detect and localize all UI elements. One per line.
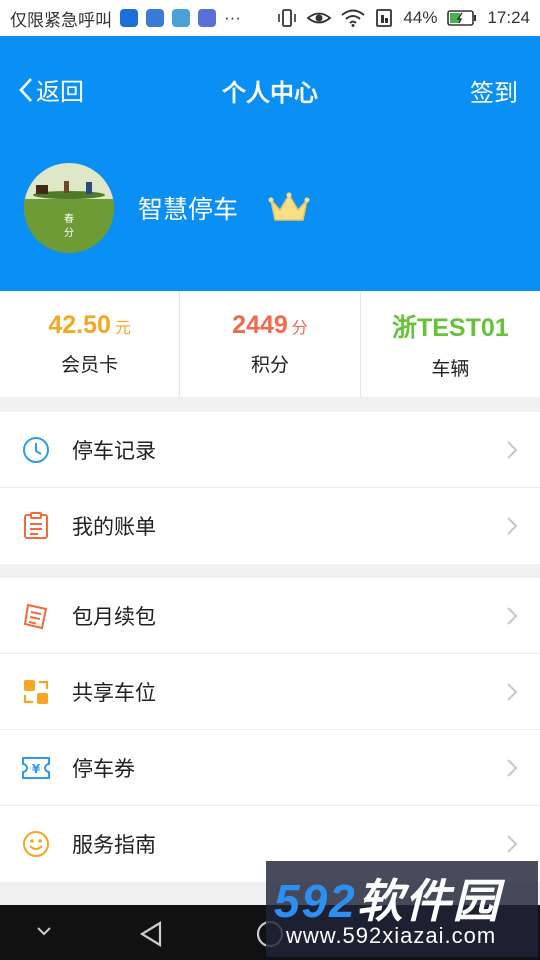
chevron-down-icon[interactable] (36, 925, 52, 937)
stat-label: 会员卡 (61, 355, 119, 376)
stat-vehicle[interactable]: 浙TEST01 车辆 (361, 291, 540, 397)
watermark-url: www.592xiazai.com (286, 923, 497, 948)
menu-item-my-bills[interactable]: 我的账单 (0, 488, 540, 564)
profile-header: 返回 个人中心 签到 春 分 智慧停车 (0, 36, 540, 291)
battery-percent: 44% (403, 8, 438, 27)
stat-label: 车辆 (431, 358, 470, 380)
watermark-number: 592 (274, 875, 357, 927)
menu-group-records: 停车记录 我的账单 (0, 412, 540, 564)
menu-item-label: 停车券 (72, 757, 135, 781)
points-unit: 分 (291, 320, 308, 337)
menu-group-services: 包月续包 共享车位 ¥ 停车券 服务指南 (0, 578, 540, 882)
svg-text:¥: ¥ (32, 762, 41, 776)
location-notification-icon (146, 9, 164, 27)
chevron-right-icon (507, 835, 518, 853)
more-notifications-icon: ··· (224, 8, 241, 27)
stat-value: 浙TEST01 (392, 308, 509, 344)
menu-item-label: 包月续包 (72, 605, 156, 629)
stat-label: 积分 (250, 355, 289, 376)
signin-button[interactable]: 签到 (470, 73, 518, 108)
clock-time: 17:24 (487, 8, 530, 27)
profile-summary[interactable]: 春 分 智慧停车 (24, 163, 310, 253)
menu-item-parking-coupons[interactable]: ¥ 停车券 (0, 730, 540, 806)
stat-value: 2449 分 (232, 311, 308, 340)
chevron-right-icon (507, 517, 518, 535)
wifi-icon (341, 9, 366, 27)
app-notification-icon (120, 9, 138, 27)
user-name: 智慧停车 (138, 196, 239, 224)
clock-icon (21, 435, 51, 465)
chevron-right-icon (507, 683, 518, 701)
menu-item-parking-records[interactable]: 停车记录 (0, 412, 540, 488)
status-bar: 仅限紧急呼叫 ··· 44% 17:24 (0, 0, 540, 36)
page-title: 个人中心 (222, 80, 318, 107)
battery-icon (447, 10, 477, 26)
chevron-right-icon (507, 607, 518, 625)
smiley-icon (21, 829, 51, 859)
avatar[interactable]: 春 分 (24, 163, 114, 253)
svg-text:分: 分 (64, 227, 74, 239)
coupon-icon: ¥ (21, 753, 51, 783)
member-card-balance: 42.50 (48, 311, 111, 339)
menu-item-label: 服务指南 (72, 834, 156, 857)
menu-item-label: 停车记录 (72, 439, 156, 463)
chevron-right-icon (507, 441, 518, 459)
vibrate-icon (278, 9, 297, 27)
crown-icon (268, 192, 310, 221)
menu-item-shared-space[interactable]: 共享车位 (0, 654, 540, 730)
stat-points[interactable]: 2449 分 积分 (180, 291, 361, 397)
menu-item-monthly-renewal[interactable]: 包月续包 (0, 578, 540, 654)
eye-icon (307, 12, 332, 24)
notification-text: 仅限紧急呼叫 (10, 10, 112, 30)
stat-value: 42.50 元 (48, 311, 131, 340)
android-notification-icon (172, 9, 190, 27)
bill-icon (21, 511, 51, 541)
receipt-icon (21, 601, 51, 631)
menu-item-label: 我的账单 (72, 516, 156, 539)
svg-text:春: 春 (64, 213, 74, 225)
watermark-brand: 592软件园 (274, 865, 501, 931)
member-card-unit: 元 (114, 320, 131, 337)
avatar-image: 春 分 (24, 163, 114, 253)
back-triangle-icon[interactable] (138, 920, 164, 948)
stat-member-card[interactable]: 42.50 元 会员卡 (0, 291, 181, 397)
menu-item-label: 共享车位 (72, 681, 156, 705)
sim-icon (376, 9, 393, 27)
chevron-right-icon (507, 759, 518, 777)
plate-number: 浙TEST01 (391, 313, 509, 342)
account-stats: 42.50 元 会员卡 2449 分 积分 浙TEST01 车辆 (0, 291, 540, 397)
watermark: 592软件园 www.592xiazai.com (266, 861, 538, 957)
share-icon (21, 677, 51, 707)
navigation-bar: 返回 个人中心 签到 (0, 36, 540, 143)
watermark-text: 软件园 (356, 875, 501, 927)
gallery-notification-icon (198, 9, 216, 27)
points-value: 2449 (232, 311, 288, 339)
